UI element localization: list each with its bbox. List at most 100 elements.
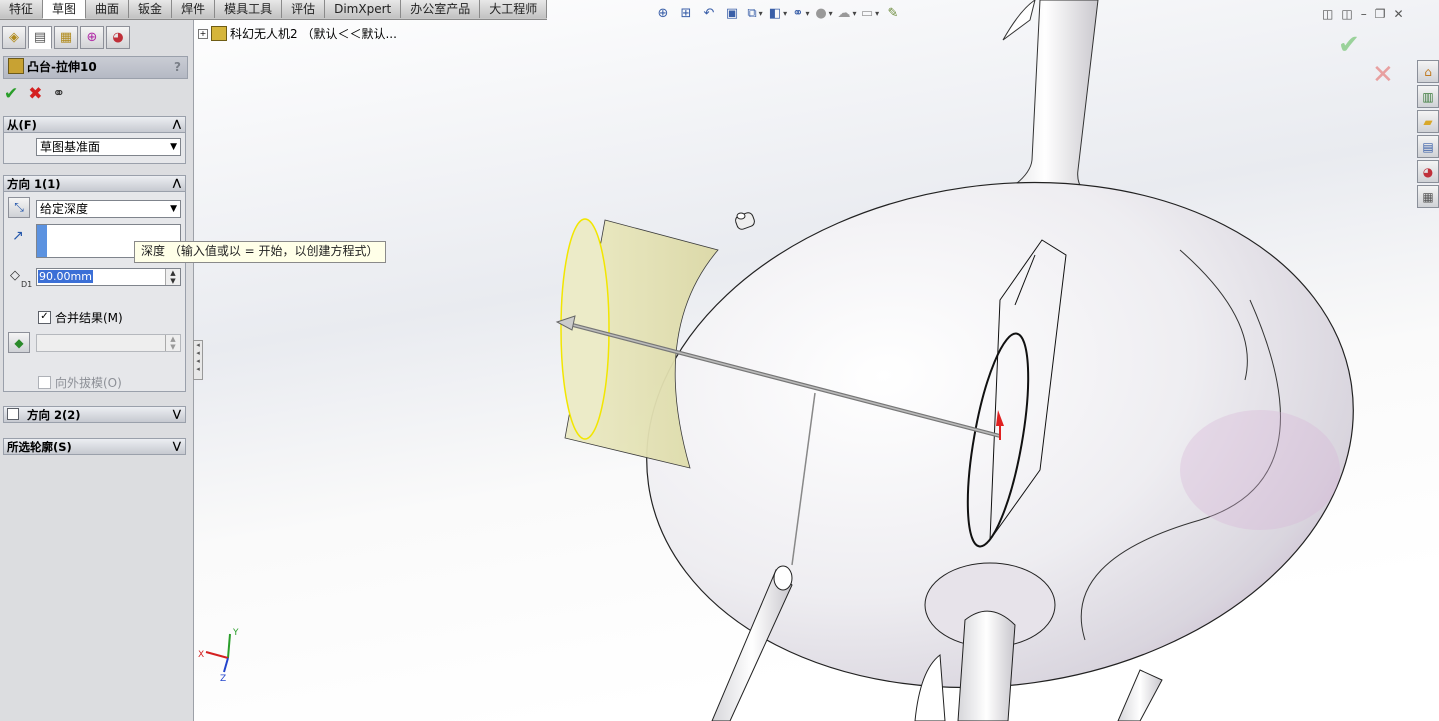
dropdown-arrow-icon: ▼ [170,142,177,152]
direction2-group-header[interactable]: 方向 2(2) ⋁ [3,406,186,423]
zoom-to-fit-icon[interactable]: ⊕ [655,5,671,21]
dropdown-arrow-icon: ▼ [170,204,177,214]
draft-outward-label: 向外拔模(O) [55,376,122,390]
appearances-tab[interactable]: ◕ [1417,160,1439,183]
boss-extrude-icon [8,58,24,74]
view-orientation-icon[interactable]: ⧉ [747,5,763,21]
tab-surfaces[interactable]: 曲面 [86,0,130,18]
previous-view-icon[interactable]: ↶ [701,5,717,21]
tile-horizontal-icon[interactable]: ◫ [1322,7,1333,21]
expand-plus-icon[interactable]: + [198,28,208,39]
triad-z-label: Z [220,674,226,682]
minimize-icon[interactable]: – [1361,7,1367,21]
triad-y-axis [227,633,231,659]
view-settings-icon[interactable]: ▭ [861,5,878,21]
tab-office-products[interactable]: 办公室产品 [401,0,481,18]
part-name: 科幻无人机2 （默认＜＜默认... [230,27,397,41]
direction2-group-title: 方向 2(2) [27,408,81,422]
triad-x-axis [205,651,229,659]
spin-arrows-icon: ▲ ▼ [165,335,180,351]
flyout-feature-tree[interactable]: + 科幻无人机2 （默认＜＜默认... [198,25,397,42]
folder-icon: ▰ [1423,114,1433,129]
home-icon: ⌂ [1424,64,1432,79]
view-palette-icon: ▤ [1422,139,1434,154]
depth-value[interactable]: 90.00mm [38,270,93,283]
tab-mold-tools[interactable]: 模具工具 [215,0,283,18]
tab-sheet-metal[interactable]: 钣金 [129,0,173,18]
detailed-preview-button[interactable]: ⚭ [53,84,66,104]
merge-result-label: 合并结果(M) [55,311,123,325]
design-library-tab[interactable]: ▥ [1417,85,1439,108]
close-icon[interactable]: ✕ [1393,7,1403,21]
configuration-manager-icon: ▦ [59,30,73,45]
part-icon [211,26,227,41]
start-condition-select[interactable]: 草图基准面 ▼ [36,138,181,156]
help-button[interactable]: ? [174,57,181,77]
custom-properties-icon: ▦ [1422,189,1434,204]
draft-toggle-button[interactable]: ◆ [8,332,30,353]
custom-properties-tab[interactable]: ▦ [1417,185,1439,208]
depth-dimension-label: D1 [21,280,33,289]
depth-dimension-icon: ◇ [10,268,20,283]
appearances-icon: ◕ [1422,164,1434,179]
tab-sketch[interactable]: 草图 [43,0,87,19]
command-manager-tabs: 特征 草图 曲面 钣金 焊件 模具工具 评估 DimXpert 办公室产品 大工… [0,0,548,20]
manager-tabs: ◈ ▤ ▦ ⊕ ◕ [2,26,130,49]
dimxpert-manager-icon: ⊕ [86,30,98,45]
ok-button[interactable]: ✔ [4,84,18,104]
cancel-button[interactable]: ✖ [28,84,42,104]
depth-spinbox[interactable]: 90.00mm ▲ ▼ [36,268,181,286]
checkbox-checked-icon: ✓ [38,311,51,324]
draft-icon: ◆ [14,335,24,350]
view-palette-tab[interactable]: ▤ [1417,135,1439,158]
apply-scene-icon[interactable]: ☁ [838,5,855,21]
selected-contours-group-header[interactable]: 所选轮廓(S) ⋁ [3,438,186,455]
direction1-group-body: ⤡ 给定深度 ▼ ↗ ◇ D1 90.00mm ▲ ▼ ✓ 合并结果(M) ◆ ▲… [3,192,186,392]
display-style-icon[interactable]: ◧ [769,5,786,21]
triad-z-axis [223,657,229,673]
panel-collapse-grip[interactable]: ◂ ◂ ◂ ◂ [193,340,203,380]
start-condition-value: 草图基准面 [40,140,101,154]
tab-dimxpert[interactable]: DimXpert [325,0,402,18]
tab-evaluate[interactable]: 评估 [282,0,326,18]
configuration-manager-tab[interactable]: ▦ [54,26,78,49]
file-explorer-tab[interactable]: ▰ [1417,110,1439,133]
feature-manager-tab[interactable]: ◈ [2,26,26,49]
selected-contours-title: 所选轮廓(S) [7,440,72,454]
confirm-row: ✔ ✖ ⚭ [4,84,65,104]
tab-weldments[interactable]: 焊件 [172,0,216,18]
checkbox-unchecked-icon [38,376,51,389]
zoom-to-area-icon[interactable]: ⊞ [678,5,694,21]
end-condition-value: 给定深度 [40,202,89,216]
tile-vertical-icon[interactable]: ◫ [1341,7,1352,21]
reverse-direction-icon: ⤡ [14,200,24,214]
dimxpert-manager-tab[interactable]: ⊕ [80,26,104,49]
draft-angle-spinbox: ▲ ▼ [36,334,181,352]
merge-result-checkbox[interactable]: ✓ 合并结果(M) [38,309,123,326]
end-condition-select[interactable]: 给定深度 ▼ [36,200,181,218]
graphics-viewport[interactable] [194,0,1439,721]
display-manager-tab[interactable]: ◕ [106,26,130,49]
confirmation-corner-cancel-icon[interactable]: ✕ [1372,60,1394,90]
tab-big-engineer[interactable]: 大工程师 [480,0,548,18]
selection-color-swatch [37,225,47,257]
solidworks-resources-tab[interactable]: ⌂ [1417,60,1439,83]
tab-features[interactable]: 特征 [0,0,44,18]
property-manager-tab[interactable]: ▤ [28,26,52,49]
section-view-icon[interactable]: ▣ [724,5,740,21]
expand-chevron-icon: ⋁ [172,441,181,452]
from-group-title: 从(F) [7,118,37,132]
edit-appearance-icon[interactable]: ● [815,5,832,21]
restore-icon[interactable]: ❐ [1375,7,1386,21]
feature-manager-icon: ◈ [9,30,19,45]
realview-icon[interactable]: ✎ [885,5,901,21]
property-manager-icon: ▤ [33,30,47,45]
direction1-group-header[interactable]: 方向 1(1) ⋀ [3,175,186,192]
hide-show-items-icon[interactable]: ⚭ [793,5,809,21]
confirmation-corner-ok-icon[interactable]: ✔ [1338,30,1360,60]
reverse-direction-button[interactable]: ⤡ [8,197,30,218]
reference-triad: Y X Z [198,628,239,682]
direction2-checkbox[interactable] [7,408,19,420]
spin-arrows-icon[interactable]: ▲ ▼ [165,269,180,285]
from-group-header[interactable]: 从(F) ⋀ [3,116,186,133]
